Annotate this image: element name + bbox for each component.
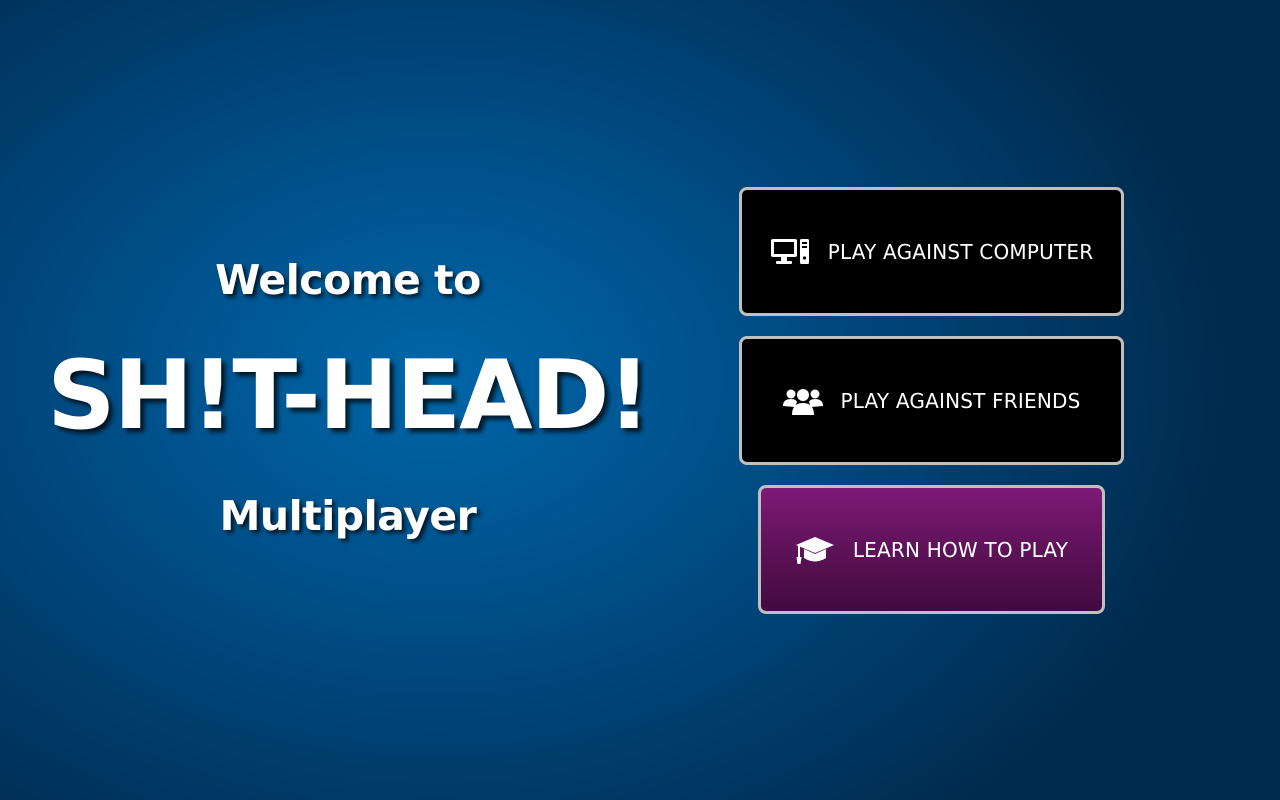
play-against-friends-button[interactable]: PLAY AGAINST FRIENDS: [739, 336, 1124, 465]
title-block: Welcome to SH!T-HEAD! Multiplayer: [0, 0, 696, 800]
graduation-cap-icon: [795, 535, 835, 565]
learn-how-to-play-button[interactable]: LEARN HOW TO PLAY: [758, 485, 1105, 614]
welcome-heading: Welcome to: [215, 256, 481, 304]
users-group-icon: [782, 386, 823, 416]
game-title: SH!T-HEAD!: [47, 341, 651, 451]
play-against-computer-label: PLAY AGAINST COMPUTER: [827, 239, 1094, 264]
play-against-friends-label: PLAY AGAINST FRIENDS: [840, 388, 1081, 413]
game-subtitle: Multiplayer: [219, 492, 477, 540]
learn-how-to-play-label: LEARN HOW TO PLAY: [852, 537, 1069, 562]
play-against-computer-button[interactable]: PLAY AGAINST COMPUTER: [739, 187, 1124, 316]
desktop-computer-icon: [770, 238, 810, 266]
